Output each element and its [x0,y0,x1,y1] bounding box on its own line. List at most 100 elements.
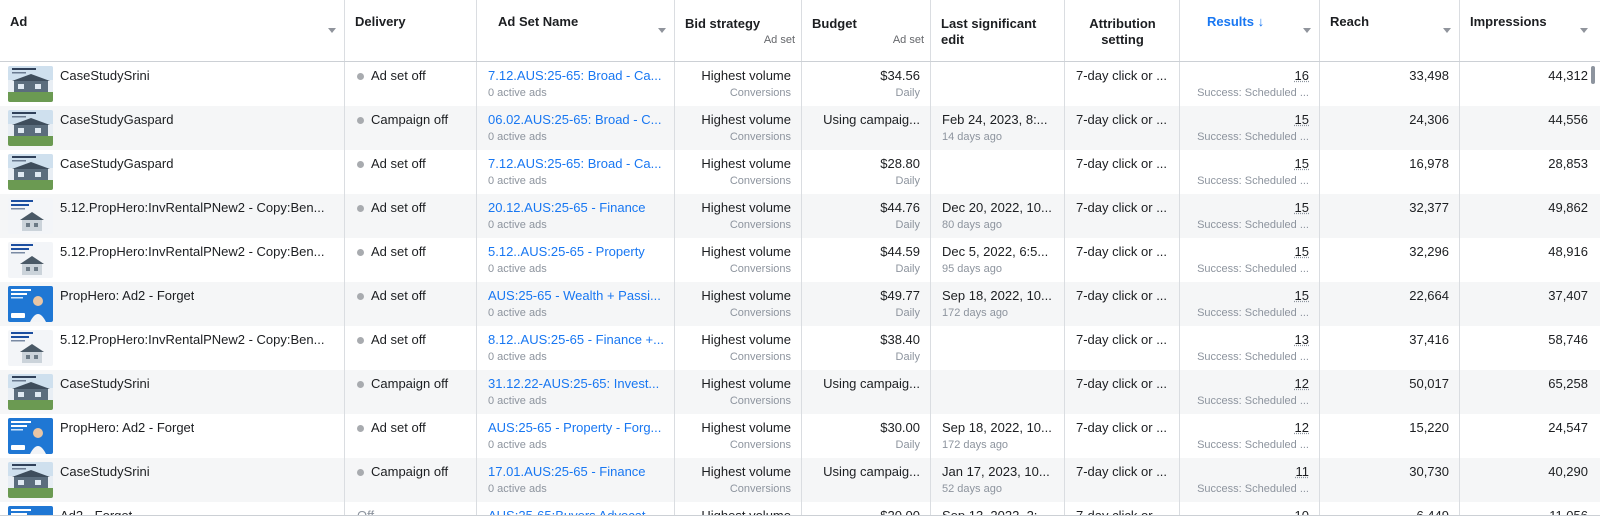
ad-thumbnail[interactable] [8,198,53,234]
ad-thumbnail[interactable] [8,374,53,410]
ad-name[interactable]: 5.12.PropHero:InvRentalPNew2 - Copy:Ben.… [60,200,324,215]
adset-link[interactable]: 06.02.AUS:25-65: Broad - C... [477,112,664,127]
results-value[interactable]: 12 [1295,376,1309,391]
cell-ad[interactable]: 5.12.PropHero:InvRentalPNew2 - Copy:Ben.… [0,238,345,282]
adset-link[interactable]: 31.12.22-AUS:25-65: Invest... [477,376,664,391]
ad-name[interactable]: 5.12.PropHero:InvRentalPNew2 - Copy:Ben.… [60,244,324,259]
sort-caret-icon[interactable] [1443,28,1451,33]
sort-caret-icon[interactable] [658,28,666,33]
cell-ad[interactable]: 5.12.PropHero:InvRentalPNew2 - Copy:Ben.… [0,194,345,238]
col-header-attribution[interactable]: Attribution setting [1065,0,1180,61]
cell-ad[interactable]: CaseStudyGaspard [0,150,345,194]
col-header-reach[interactable]: Reach [1320,0,1460,61]
cell-attribution: 7-day click or ... [1065,106,1180,150]
col-header-last-edit[interactable]: Last significant edit [931,0,1065,61]
table-row[interactable]: CaseStudyGaspard Campaign off 06.02.AUS:25… [0,106,1600,150]
reach-value: 32,377 [1409,200,1449,215]
table-row[interactable]: 5.12.PropHero:InvRentalPNew2 - Copy:Ben.… [0,326,1600,370]
table-row[interactable]: 5.12.PropHero:InvRentalPNew2 - Copy:Ben.… [0,238,1600,282]
cell-ad[interactable]: CaseStudySrini [0,370,345,414]
adset-link[interactable]: 17.01.AUS:25-65 - Finance [477,464,664,479]
reach-value: 32,296 [1409,244,1449,259]
cell-adset: 5.12..AUS:25-65 - Property 0 active ads [477,238,675,282]
sort-caret-icon[interactable] [1303,28,1311,33]
col-header-adset[interactable]: Ad Set Name [477,0,675,61]
results-value[interactable]: 13 [1295,332,1309,347]
cell-bid: Highest volume Conversions [675,238,802,282]
impressions-value: 37,407 [1548,288,1588,303]
impressions-value: 48,916 [1548,244,1588,259]
adset-active-ads: 0 active ads [488,307,547,319]
delivery-status: Campaign off [371,376,449,391]
attribution-setting: 7-day click or ... [1076,376,1168,391]
adset-link[interactable]: 7.12.AUS:25-65: Broad - Ca... [477,68,664,83]
scrollbar-thumb[interactable] [1591,66,1595,84]
table-row[interactable]: 5.12.PropHero:InvRentalPNew2 - Copy:Ben.… [0,194,1600,238]
col-header-results[interactable]: Results ↓ [1180,0,1320,61]
ad-thumbnail[interactable] [8,286,53,322]
ad-thumbnail[interactable] [8,110,53,146]
ad-thumbnail[interactable] [8,330,53,366]
col-header-ad[interactable]: Ad [0,0,345,61]
ad-name[interactable]: CaseStudySrini [60,68,150,83]
col-header-impressions[interactable]: Impressions [1460,0,1600,61]
cell-ad[interactable]: CaseStudyGaspard [0,106,345,150]
col-header-delivery[interactable]: Delivery [345,0,477,61]
col-header-budget[interactable]: Budget Ad set [802,0,931,61]
ad-thumbnail[interactable] [8,66,53,102]
col-header-sub: Ad set [892,34,924,46]
table-row[interactable]: CaseStudySrini Campaign off 31.12.22-AUS:2… [0,370,1600,414]
adset-link[interactable]: 8.12..AUS:25-65 - Finance +... [477,332,664,347]
cell-ad[interactable]: PropHero: Ad2 - Forget [0,414,345,458]
ad-name[interactable]: CaseStudySrini [60,376,150,391]
cell-reach: 50,017 [1320,370,1460,414]
ad-name[interactable]: CaseStudyGaspard [60,112,173,127]
table-row[interactable]: CaseStudyGaspard Ad set off 7.12.AUS:25-65… [0,150,1600,194]
results-value[interactable]: 15 [1295,156,1309,171]
sort-caret-icon[interactable] [328,28,336,33]
results-value[interactable]: 15 [1295,200,1309,215]
ad-name[interactable]: PropHero: Ad2 - Forget [60,420,194,435]
cell-ad[interactable]: CaseStudySrini [0,458,345,502]
table-row[interactable]: PropHero: Ad2 - Forget Ad set off AUS:25-6… [0,414,1600,458]
ad-thumbnail[interactable] [8,418,53,454]
adset-link[interactable]: AUS:25-65 - Property - Forg... [477,420,664,435]
cell-attribution: 7-day click or ... [1065,150,1180,194]
ad-name[interactable]: CaseStudyGaspard [60,156,173,171]
adset-link[interactable]: 20.12.AUS:25-65 - Finance [477,200,664,215]
cell-bid: Highest volume Conversions [675,326,802,370]
col-header-sub: Ad set [763,34,795,46]
adset-link[interactable]: 5.12..AUS:25-65 - Property [477,244,664,259]
results-value[interactable]: 15 [1295,112,1309,127]
results-value[interactable]: 15 [1295,244,1309,259]
cell-adset: 17.01.AUS:25-65 - Finance 0 active ads [477,458,675,502]
table-row[interactable]: CaseStudySrini Ad set off 7.12.AUS:25-65: … [0,62,1600,106]
cell-reach: 32,377 [1320,194,1460,238]
results-value[interactable]: 11 [1296,464,1310,479]
delivery-status: Ad set off [371,68,426,83]
sort-caret-icon[interactable] [1580,28,1588,33]
budget-sub: Daily [895,175,920,187]
last-edit-age: 172 days ago [942,307,1009,319]
results-value[interactable]: 12 [1295,420,1309,435]
impressions-value: 24,547 [1548,420,1588,435]
col-header-bid[interactable]: Bid strategy Ad set [675,0,802,61]
ad-name[interactable]: 5.12.PropHero:InvRentalPNew2 - Copy:Ben.… [60,332,324,347]
cell-ad[interactable]: PropHero: Ad2 - Forget [0,282,345,326]
table-row[interactable]: PropHero: Ad2 - Forget Ad set off AUS:25-6… [0,282,1600,326]
ad-thumbnail[interactable] [8,462,53,498]
cell-ad[interactable]: CaseStudySrini [0,62,345,106]
ad-name[interactable]: PropHero: Ad2 - Forget [60,288,194,303]
adset-link[interactable]: 7.12.AUS:25-65: Broad - Ca... [477,156,664,171]
adset-link[interactable]: AUS:25-65 - Wealth + Passi... [477,288,664,303]
ad-thumbnail[interactable] [8,154,53,190]
ad-thumbnail[interactable] [8,242,53,278]
cell-ad[interactable]: 5.12.PropHero:InvRentalPNew2 - Copy:Ben.… [0,326,345,370]
results-sub: Success: Scheduled ... [1197,483,1309,495]
cell-delivery: Ad set off [345,62,477,106]
table-row[interactable]: CaseStudySrini Campaign off 17.01.AUS:25-6… [0,458,1600,502]
status-dot-icon [357,160,364,168]
ad-name[interactable]: CaseStudySrini [60,464,150,479]
results-value[interactable]: 16 [1295,68,1309,83]
results-value[interactable]: 15 [1295,288,1309,303]
